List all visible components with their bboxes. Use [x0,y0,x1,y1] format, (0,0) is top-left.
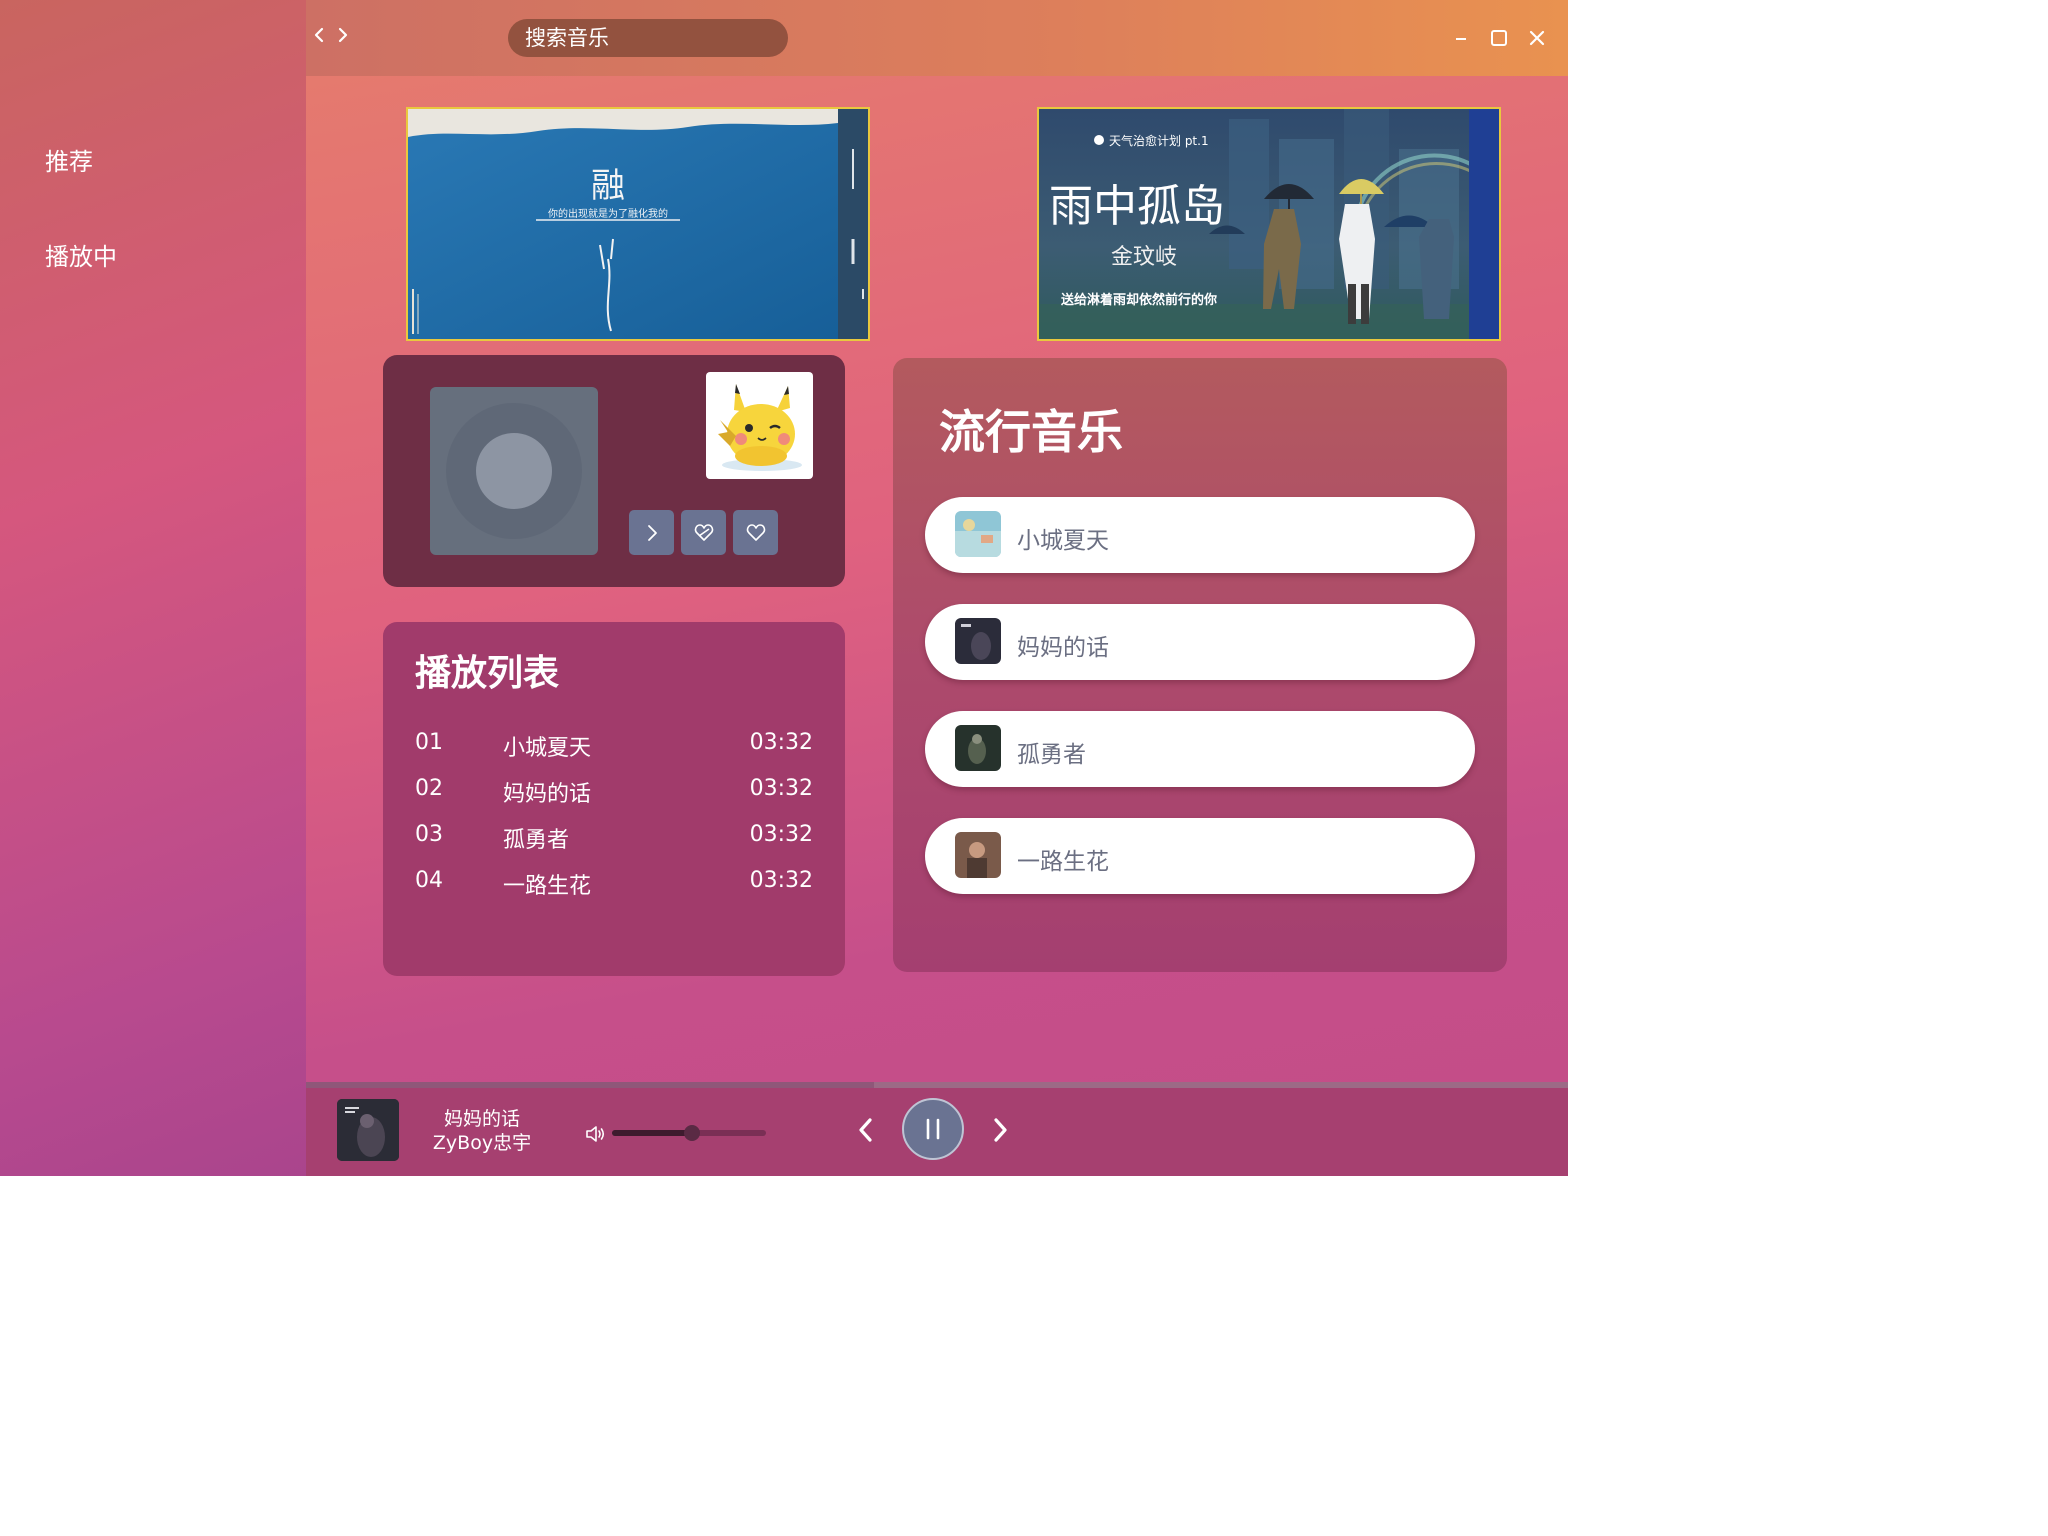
banner-artwork: 天气治愈计划 pt.1 雨中孤岛 金玟岐 送给淋着雨却依然前行的你 [1039,109,1499,339]
sidebar-item-recommend[interactable]: 推荐 [45,142,93,177]
banner-yuzhong-gudao[interactable]: 天气治愈计划 pt.1 雨中孤岛 金玟岐 送给淋着雨却依然前行的你 [1037,107,1501,341]
next-song-button[interactable] [629,510,674,555]
minimize-icon [1456,38,1466,40]
playlist-row[interactable]: 03 孤勇者 03:32 [383,816,845,856]
now-playing-artist: ZyBoy忠宇 [432,1132,532,1154]
pause-icon [926,1118,940,1140]
track-title: 一路生花 [503,874,592,899]
track-duration: 03:32 [749,822,813,847]
heart-broken-icon [694,523,713,541]
playlist-title: 播放列表 [415,653,560,694]
disc-center [476,433,552,509]
song-title: 一路生花 [1017,849,1109,875]
chevron-right-icon [994,1118,1007,1142]
close-icon [1529,30,1545,46]
song-title: 妈妈的话 [1017,635,1109,661]
pikachu-avatar [706,372,813,479]
dislike-button[interactable] [681,510,726,555]
search-input[interactable] [523,25,777,51]
song-item[interactable]: 小城夏天 [925,497,1475,573]
forward-button[interactable] [332,20,354,50]
previous-button[interactable] [851,1112,881,1148]
playlist-card: 播放列表 01 小城夏天 03:32 02 妈妈的话 03:32 03 孤勇者 … [383,622,845,976]
top-bar [306,0,1568,76]
maximize-icon [1491,30,1507,46]
app-window: 推荐 播放中 搜索音乐 融 你的出现就是为了融化我的 天气治愈计划 pt.1 雨… [0,0,1568,1176]
popular-music-card: 流行音乐 小城夏天 妈妈的话 孤勇者 一路生花 [893,358,1507,972]
song-item[interactable]: 妈妈的话 [925,604,1475,680]
banner-artwork: 融 你的出现就是为了融化我的 [408,109,868,339]
track-number: 04 [415,868,443,893]
now-playing-cover [337,1099,399,1161]
like-button[interactable] [733,510,778,555]
playlist-row[interactable]: 04 一路生花 03:32 [383,862,845,902]
banner-artist: 金玟岐 [1111,245,1177,270]
popular-title: 流行音乐 [939,405,1123,459]
track-duration: 03:32 [749,776,813,801]
chevron-right-icon [647,524,657,541]
now-playing-bar: 妈妈的话 ZyBoy忠宇 [306,1088,1568,1176]
chevron-left-icon [314,27,324,43]
chevron-right-icon [338,27,348,43]
pikachu-image [718,384,802,471]
pause-button[interactable] [902,1098,964,1160]
chevron-left-icon [859,1118,872,1142]
track-duration: 03:32 [749,868,813,893]
back-button[interactable] [308,20,330,50]
playlist-row[interactable]: 02 妈妈的话 03:32 [383,770,845,810]
song-item[interactable]: 孤勇者 [925,711,1475,787]
banner-title: 雨中孤岛 [1049,181,1225,232]
song-cover [955,618,1001,664]
banner-subtitle: 你的出现就是为了融化我的 [548,207,668,220]
banner-rong[interactable]: 融 你的出现就是为了融化我的 [406,107,870,341]
song-cover [955,511,1001,557]
song-title: 孤勇者 [1017,742,1086,768]
track-title: 孤勇者 [503,828,570,853]
next-button[interactable] [985,1112,1015,1148]
maximize-button[interactable] [1486,25,1512,51]
heart-icon [746,523,765,541]
volume-fill [612,1130,693,1136]
close-button[interactable] [1524,25,1550,51]
banner-tag: 天气治愈计划 pt.1 [1109,133,1209,148]
minimize-button[interactable] [1448,25,1474,51]
track-number: 01 [415,730,443,755]
banner-title: 融 [591,166,625,206]
banner-caption: 送给淋着雨却依然前行的你 [1060,292,1217,308]
volume-slider[interactable] [612,1125,766,1141]
album-disc [430,387,598,555]
volume-icon[interactable] [584,1122,608,1146]
sidebar-item-now-playing[interactable]: 播放中 [45,237,117,272]
track-number: 03 [415,822,443,847]
track-number: 02 [415,776,443,801]
track-duration: 03:32 [749,730,813,755]
playlist-row[interactable]: 01 小城夏天 03:32 [383,724,845,764]
player-card [383,355,845,587]
now-playing-title: 妈妈的话 [443,1108,520,1130]
volume-knob[interactable] [684,1125,701,1141]
song-cover [955,832,1001,878]
song-title: 小城夏天 [1017,528,1109,554]
search-box[interactable] [508,19,788,57]
track-title: 妈妈的话 [503,782,592,807]
song-item[interactable]: 一路生花 [925,818,1475,894]
song-cover [955,725,1001,771]
track-title: 小城夏天 [503,736,592,761]
